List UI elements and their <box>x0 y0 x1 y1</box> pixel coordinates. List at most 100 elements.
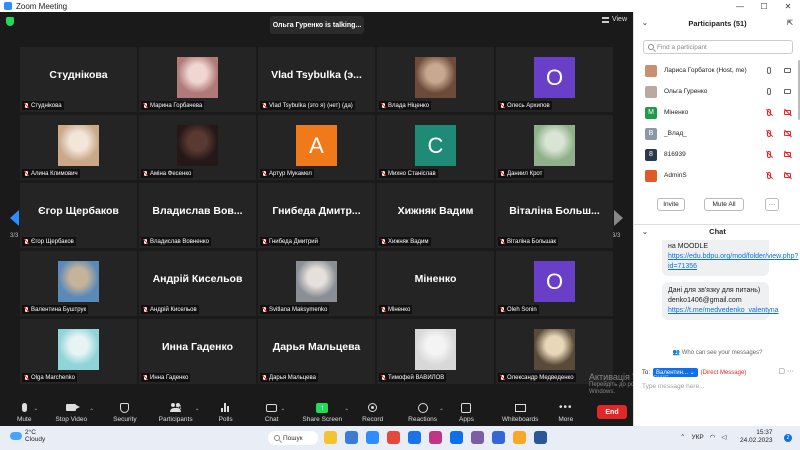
participants-button[interactable]: 51 Participants ⌃ <box>159 402 200 426</box>
participant-row[interactable]: B _Влад_ <box>634 123 800 144</box>
video-off-icon[interactable] <box>784 110 791 115</box>
apps-button[interactable]: Apps <box>459 402 474 426</box>
video-off-icon[interactable] <box>784 131 791 136</box>
video-tile[interactable]: Хижняк Вадим Хижняк Вадим <box>377 183 494 248</box>
taskbar-app-icon[interactable] <box>450 431 463 444</box>
participants-options-caret-icon[interactable]: ⌃ <box>195 408 200 415</box>
taskbar-app-icon[interactable] <box>408 431 421 444</box>
tray-chevron-icon[interactable]: ⌃ <box>680 433 685 441</box>
chat-options-caret-icon[interactable]: ⌃ <box>280 408 285 415</box>
next-page-icon[interactable] <box>614 210 623 226</box>
video-tile[interactable]: Андрій Кисельов Андрій Кисельов <box>139 251 256 316</box>
video-tile[interactable]: O Олесь Архипов <box>496 47 613 112</box>
video-tile[interactable]: Влада Ніценко <box>377 47 494 112</box>
polls-button[interactable]: Polls <box>219 402 233 426</box>
weather-widget[interactable]: 2°C Cloudy <box>10 429 45 443</box>
notification-badge[interactable]: 2 <box>784 434 792 442</box>
more-button[interactable]: ••• More <box>558 402 573 426</box>
muted-mic-icon[interactable] <box>767 172 771 179</box>
reactions-button[interactable]: Reactions ⌃ <box>408 402 444 426</box>
video-off-icon[interactable] <box>784 173 791 178</box>
video-tile[interactable]: А Артур Мукамел <box>258 115 375 180</box>
microphone-icon[interactable] <box>767 88 771 95</box>
taskbar-app-icon[interactable] <box>513 431 526 444</box>
video-tile[interactable]: Дарья Мальцева Дарья Мальцева <box>258 319 375 384</box>
video-tile[interactable]: Валентина Буштрук <box>20 251 137 316</box>
share-options-caret-icon[interactable]: ⌃ <box>344 408 349 415</box>
taskbar-search[interactable]: Пошук <box>268 431 318 445</box>
language-indicator[interactable]: УКР <box>691 434 703 441</box>
participant-photo <box>58 261 99 302</box>
taskbar-app-icon[interactable] <box>387 431 400 444</box>
video-tile[interactable]: Студнікова Студнікова <box>20 47 137 112</box>
participant-row[interactable]: 8 816939 <box>634 144 800 165</box>
taskbar-app-icon[interactable] <box>429 431 442 444</box>
video-tile[interactable]: Тимофей ВАВИЛОВ <box>377 319 494 384</box>
prev-page-icon[interactable] <box>10 210 19 226</box>
taskbar-app-icon[interactable] <box>471 431 484 444</box>
muted-mic-icon[interactable] <box>767 109 771 116</box>
file-icon[interactable]: ▢ <box>778 368 785 375</box>
microphone-icon[interactable] <box>767 67 771 74</box>
participant-row[interactable]: AdminS <box>634 165 800 186</box>
mute-button[interactable]: Mute ⌃ <box>17 402 38 426</box>
muted-mic-icon[interactable] <box>767 130 771 137</box>
network-icon[interactable]: ◠ <box>710 433 716 441</box>
video-tile[interactable]: O Oleh Sonin <box>496 251 613 316</box>
video-tile[interactable]: Vlad Tsybulka (э... Vlad Tsybulka (это я)… <box>258 47 375 112</box>
invite-button[interactable]: Invite <box>657 198 685 211</box>
view-button[interactable]: View <box>601 16 627 23</box>
who-can-see-messages-link[interactable]: 👥 Who can see your messages? <box>634 349 800 356</box>
chat-message-link[interactable]: https://edu.bdpu.org/mod/folder/view.php… <box>668 252 798 272</box>
video-tile[interactable]: Марина Горбачева <box>139 47 256 112</box>
taskbar-app-icon[interactable] <box>366 431 379 444</box>
video-tile[interactable]: Olga Marchenko <box>20 319 137 384</box>
maximize-button[interactable]: ☐ <box>752 2 776 11</box>
minimize-button[interactable]: — <box>728 2 752 11</box>
mute-options-caret-icon[interactable]: ⌃ <box>33 408 38 415</box>
video-options-caret-icon[interactable]: ⌃ <box>89 408 94 415</box>
chat-message-link[interactable]: https://t.me/medvedenko_valentyna <box>668 306 779 316</box>
volume-icon[interactable]: ◁ <box>721 433 726 441</box>
clock[interactable]: 15:37 24.02.2023 <box>740 429 773 445</box>
reactions-options-caret-icon[interactable]: ⌃ <box>439 408 444 415</box>
stop-video-button[interactable]: Stop Video ⌃ <box>55 402 94 426</box>
participants-more-button[interactable]: ··· <box>765 198 779 211</box>
video-tile[interactable]: Владислав Вов... Владислав Вовненко <box>139 183 256 248</box>
taskbar-app-icon[interactable] <box>492 431 505 444</box>
video-off-icon[interactable] <box>784 152 791 157</box>
video-camera-icon[interactable] <box>784 68 791 73</box>
video-tile[interactable]: Аміна Фесенко <box>139 115 256 180</box>
video-tile[interactable]: Svitlana Maksymenko <box>258 251 375 316</box>
chat-collapse-chevron-icon[interactable]: ⌄ <box>642 228 648 236</box>
video-tile[interactable]: Віталіна Больш... Віталіна Большак <box>496 183 613 248</box>
video-tile[interactable]: Міненко Міненко <box>377 251 494 316</box>
end-meeting-button[interactable]: End <box>597 405 627 419</box>
security-button[interactable]: Security <box>113 402 137 426</box>
collapse-chevron-icon[interactable]: ⌄ <box>642 19 648 27</box>
participant-row[interactable]: Ольга Гуренко <box>634 81 800 102</box>
chat-more-icon[interactable]: ··· <box>787 368 794 375</box>
video-tile[interactable]: Даниил Крот <box>496 115 613 180</box>
encryption-shield-icon[interactable] <box>6 17 14 26</box>
whiteboards-button[interactable]: Whiteboards <box>502 402 538 426</box>
participant-row[interactable]: Лариса Горбаток (Host, me) <box>634 60 800 81</box>
muted-mic-icon[interactable] <box>767 151 771 158</box>
record-button[interactable]: Record <box>362 402 383 426</box>
taskbar-app-icon[interactable] <box>324 431 337 444</box>
close-button[interactable]: ✕ <box>776 2 800 11</box>
share-screen-button[interactable]: ↑ Share Screen ⌃ <box>302 402 349 426</box>
chat-button[interactable]: Chat ⌃ <box>265 402 285 426</box>
participant-search-input[interactable]: Find a participant <box>643 40 793 54</box>
popout-icon[interactable]: ⇱ <box>787 19 793 27</box>
video-tile[interactable]: Инна Гаденко Инна Гаденко <box>139 319 256 384</box>
video-tile[interactable]: С Михно Станіслав <box>377 115 494 180</box>
video-tile[interactable]: Алина Климович <box>20 115 137 180</box>
mute-all-button[interactable]: Mute All <box>704 198 744 211</box>
video-camera-icon[interactable] <box>784 89 791 94</box>
video-tile[interactable]: Єгор Щербаков Єгор Щербаков <box>20 183 137 248</box>
video-tile[interactable]: Гнибеда Дмитр... Гнибеда Дмитрий <box>258 183 375 248</box>
taskbar-app-icon[interactable] <box>534 431 547 444</box>
taskbar-app-icon[interactable] <box>345 431 358 444</box>
participant-row[interactable]: M Міненко <box>634 102 800 123</box>
